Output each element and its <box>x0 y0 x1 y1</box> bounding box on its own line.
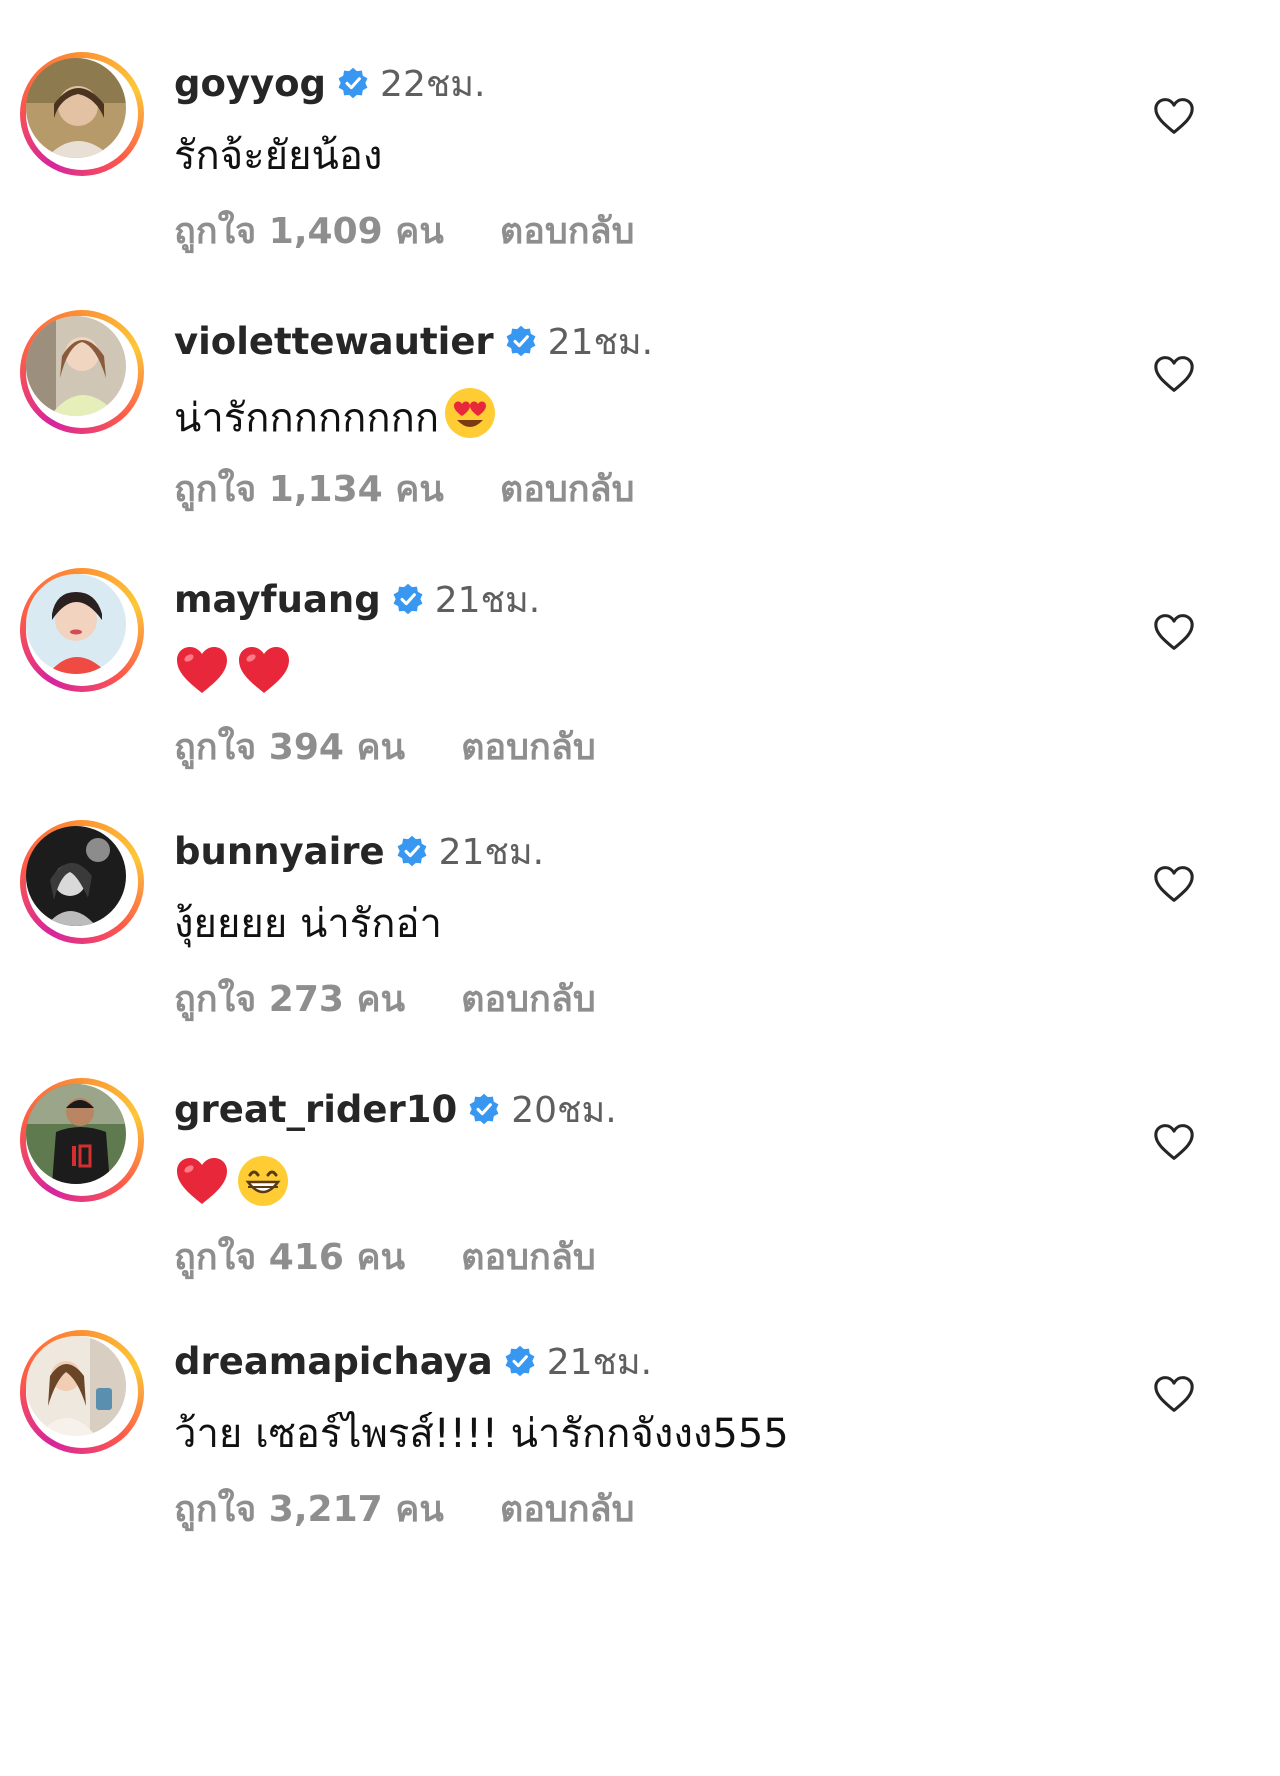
likes-count[interactable]: ถูกใจ 273 คน <box>174 970 405 1027</box>
heart-outline-icon[interactable] <box>1152 354 1196 394</box>
avatar <box>26 58 126 158</box>
comment-timestamp: 21ชม. <box>434 579 541 621</box>
comment-text: ว้าย เซอร์ไพรส์!!!! น่ารักกจังงง555 <box>174 1411 789 1457</box>
verified-badge-icon <box>504 324 538 358</box>
reply-button[interactable]: ตอบกลับ <box>500 202 635 259</box>
reply-button[interactable]: ตอบกลับ <box>461 970 596 1027</box>
comment-item: goyyog 22ชม. รักจ้ะยัยน้อง ถูกใจ 1,409 ค… <box>0 0 1280 252</box>
avatar <box>26 574 126 674</box>
comment-text <box>174 1154 296 1223</box>
comment-item: violettewautier 21ชม. น่ารักกกกกกกก ถูกใ… <box>0 258 1280 510</box>
avatar <box>26 826 126 926</box>
avatar-story-ring[interactable] <box>20 1330 144 1454</box>
avatar-story-ring[interactable] <box>20 52 144 176</box>
username-link[interactable]: violettewautier <box>174 320 494 363</box>
verified-badge-icon <box>391 582 425 616</box>
comment-item: bunnyaire 21ชม. งุ้ยยยย น่ารักอ่า ถูกใจ … <box>0 768 1280 1020</box>
red-heart-emoji <box>174 1155 230 1222</box>
reply-button[interactable]: ตอบกลับ <box>500 1480 635 1537</box>
avatar-story-ring[interactable] <box>20 568 144 692</box>
username-link[interactable]: great_rider10 <box>174 1088 457 1131</box>
username-link[interactable]: mayfuang <box>174 578 381 621</box>
heart-outline-icon[interactable] <box>1152 1122 1196 1162</box>
heart-eyes-emoji <box>443 386 497 455</box>
reply-button[interactable]: ตอบกลับ <box>500 460 635 517</box>
likes-count[interactable]: ถูกใจ 1,134 คน <box>174 460 444 517</box>
username-link[interactable]: goyyog <box>174 62 326 105</box>
comment-item: dreamapichaya 21ชม. ว้าย เซอร์ไพรส์!!!! … <box>0 1278 1280 1530</box>
comment-text: งุ้ยยยย น่ารักอ่า <box>174 901 442 947</box>
verified-badge-icon <box>503 1344 537 1378</box>
comment-text: รักจ้ะยัยน้อง <box>174 133 383 179</box>
heart-outline-icon[interactable] <box>1152 1374 1196 1414</box>
reply-button[interactable]: ตอบกลับ <box>461 718 596 775</box>
verified-badge-icon <box>395 834 429 868</box>
comment-item: great_rider10 20ชม. ถูกใจ 416 คน ตอบกลับ <box>0 1026 1280 1278</box>
reply-button[interactable]: ตอบกลับ <box>461 1228 596 1285</box>
comment-text <box>174 644 298 711</box>
heart-outline-icon[interactable] <box>1152 864 1196 904</box>
comment-item: mayfuang 21ชม. ถูกใจ 394 คน ตอบกลับ <box>0 516 1280 768</box>
red-heart-emoji <box>174 644 230 711</box>
avatar <box>26 1084 126 1184</box>
likes-count[interactable]: ถูกใจ 416 คน <box>174 1228 405 1285</box>
verified-badge-icon <box>467 1092 501 1126</box>
avatar <box>26 1336 126 1436</box>
comment-timestamp: 21ชม. <box>438 831 545 873</box>
heart-outline-icon[interactable] <box>1152 96 1196 136</box>
avatar-story-ring[interactable] <box>20 310 144 434</box>
comment-timestamp: 21ชม. <box>547 321 654 363</box>
username-link[interactable]: dreamapichaya <box>174 1340 493 1383</box>
heart-outline-icon[interactable] <box>1152 612 1196 652</box>
avatar <box>26 316 126 416</box>
red-heart-emoji <box>236 644 292 711</box>
comment-timestamp: 21ชม. <box>546 1341 653 1383</box>
grinning-face-emoji <box>236 1154 290 1223</box>
avatar-story-ring[interactable] <box>20 820 144 944</box>
likes-count[interactable]: ถูกใจ 394 คน <box>174 718 405 775</box>
comment-text: น่ารักกกกกกกก <box>174 386 503 455</box>
comment-timestamp: 22ชม. <box>380 63 486 105</box>
verified-badge-icon <box>336 66 370 100</box>
avatar-story-ring[interactable] <box>20 1078 144 1202</box>
comment-timestamp: 20ชม. <box>511 1089 617 1131</box>
likes-count[interactable]: ถูกใจ 1,409 คน <box>174 202 444 259</box>
username-link[interactable]: bunnyaire <box>174 830 385 873</box>
likes-count[interactable]: ถูกใจ 3,217 คน <box>174 1480 444 1537</box>
